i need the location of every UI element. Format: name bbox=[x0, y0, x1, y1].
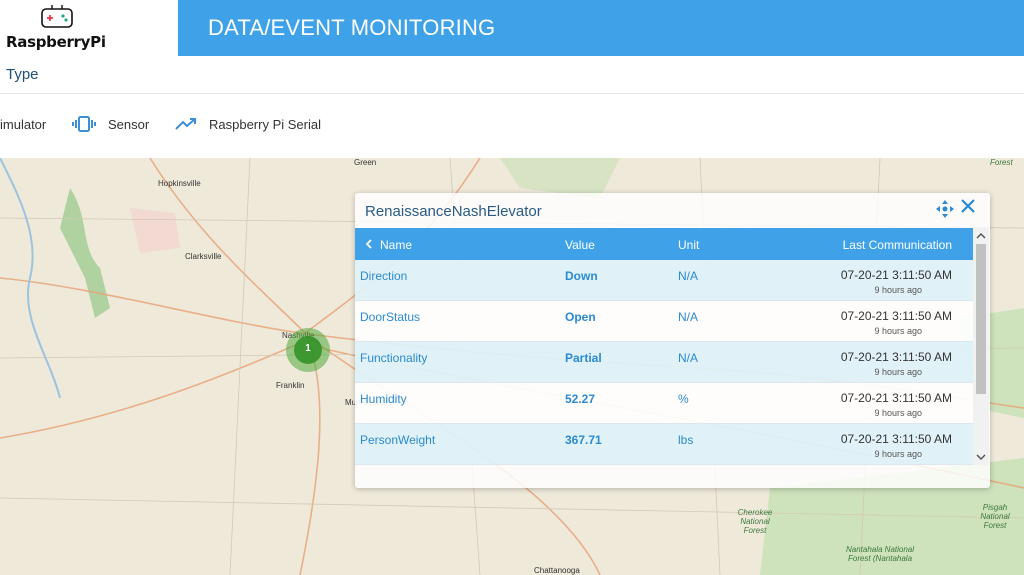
column-header-name[interactable]: Name bbox=[380, 238, 412, 252]
row-value: Down bbox=[565, 269, 598, 283]
page-title: DATA/EVENT MONITORING bbox=[208, 15, 496, 40]
marker-cluster[interactable]: 1 bbox=[286, 328, 330, 372]
map-label-nantahala: Nantahala National Forest (Nantahala bbox=[845, 545, 915, 563]
map-label-cherokee: Cherokee National Forest bbox=[737, 508, 773, 535]
panel-title: RenaissanceNashElevator bbox=[365, 203, 542, 220]
row-timestamp: 07-20-21 3:11:50 AM bbox=[840, 268, 952, 282]
table-row[interactable]: DoorStatus Open N/A 07-20-21 3:11:50 AM … bbox=[355, 301, 973, 342]
row-relative-time: 9 hours ago bbox=[874, 408, 922, 418]
tab-raspberry-pi-serial[interactable]: Raspberry Pi Serial bbox=[175, 114, 321, 134]
row-value: 52.27 bbox=[565, 392, 596, 406]
logo-text: RaspberryPi bbox=[6, 33, 106, 51]
table-row[interactable]: Humidity 52.27 % 07-20-21 3:11:50 AM 9 h… bbox=[355, 383, 973, 424]
row-relative-time: 9 hours ago bbox=[874, 285, 922, 295]
map-label-pisgah: Pisgah National Forest bbox=[980, 503, 1010, 530]
row-name[interactable]: Humidity bbox=[360, 392, 407, 406]
move-arrows-icon[interactable] bbox=[935, 199, 955, 219]
cluster-count: 1 bbox=[305, 343, 311, 354]
map-label-clarksville: Clarksville bbox=[185, 252, 222, 261]
table-row[interactable]: PersonWeight 367.71 lbs 07-20-21 3:11:50… bbox=[355, 424, 973, 465]
column-header-value[interactable]: Value bbox=[565, 238, 595, 252]
chevron-left-icon[interactable] bbox=[364, 239, 374, 249]
table-header: Name Value Unit Last Communication bbox=[355, 228, 973, 260]
app-header: DATA/EVENT MONITORING bbox=[178, 0, 1024, 56]
source-tabs: imulator Sensor Raspberry Pi Serial bbox=[0, 94, 1024, 158]
column-header-last-communication[interactable]: Last Communication bbox=[843, 238, 952, 252]
row-name[interactable]: Functionality bbox=[360, 351, 427, 365]
chevron-down-icon[interactable] bbox=[975, 451, 987, 463]
trending-up-icon bbox=[175, 118, 196, 130]
tab-label: Raspberry Pi Serial bbox=[209, 116, 321, 132]
row-unit: lbs bbox=[678, 433, 694, 447]
row-timestamp: 07-20-21 3:11:50 AM bbox=[840, 309, 952, 323]
map-label-forest: Forest bbox=[990, 158, 1013, 167]
row-relative-time: 9 hours ago bbox=[874, 367, 922, 377]
device-panel: RenaissanceNashElevator Name Value Unit … bbox=[355, 193, 990, 488]
table-row[interactable]: Functionality Partial N/A 07-20-21 3:11:… bbox=[355, 342, 973, 383]
vibration-sensor-icon bbox=[72, 116, 96, 132]
row-timestamp: 07-20-21 3:11:50 AM bbox=[840, 432, 952, 446]
chevron-up-icon[interactable] bbox=[975, 230, 987, 242]
row-timestamp: 07-20-21 3:11:50 AM bbox=[840, 391, 952, 405]
row-timestamp: 07-20-21 3:11:50 AM bbox=[840, 350, 952, 364]
table-body: Direction Down N/A 07-20-21 3:11:50 AM 9… bbox=[355, 260, 973, 465]
scrollbar-thumb[interactable] bbox=[976, 244, 986, 394]
map-label-franklin: Franklin bbox=[276, 381, 305, 390]
map-label-green: Green bbox=[354, 158, 377, 167]
type-row: Type bbox=[0, 56, 1024, 94]
row-relative-time: 9 hours ago bbox=[874, 326, 922, 336]
tab-label: Sensor bbox=[108, 116, 150, 132]
tab-simulator[interactable]: imulator bbox=[0, 114, 46, 134]
map-label-hopkinsville: Hopkinsville bbox=[158, 179, 201, 188]
row-name[interactable]: DoorStatus bbox=[360, 310, 420, 324]
row-value: Open bbox=[565, 310, 596, 324]
tab-label: imulator bbox=[0, 116, 47, 132]
row-relative-time: 9 hours ago bbox=[874, 449, 922, 459]
row-unit: N/A bbox=[678, 310, 699, 324]
tab-sensor[interactable]: Sensor bbox=[72, 114, 149, 134]
gamepad-icon bbox=[41, 5, 73, 28]
row-name[interactable]: PersonWeight bbox=[360, 433, 435, 447]
row-unit: N/A bbox=[678, 351, 699, 365]
marker-cluster-inner: 1 bbox=[294, 336, 322, 364]
close-icon[interactable] bbox=[960, 198, 976, 214]
row-name[interactable]: Direction bbox=[360, 269, 407, 283]
logo[interactable]: RaspberryPi bbox=[0, 0, 178, 56]
type-label[interactable]: Type bbox=[6, 66, 39, 83]
column-header-unit[interactable]: Unit bbox=[678, 238, 699, 252]
table-scrollbar[interactable] bbox=[973, 228, 989, 465]
map-label-chattanooga: Chattanooga bbox=[534, 566, 580, 575]
row-value: 367.71 bbox=[565, 433, 602, 447]
row-value: Partial bbox=[565, 351, 602, 365]
table-row[interactable]: Direction Down N/A 07-20-21 3:11:50 AM 9… bbox=[355, 260, 973, 301]
row-unit: % bbox=[678, 392, 689, 406]
row-unit: N/A bbox=[678, 269, 699, 283]
